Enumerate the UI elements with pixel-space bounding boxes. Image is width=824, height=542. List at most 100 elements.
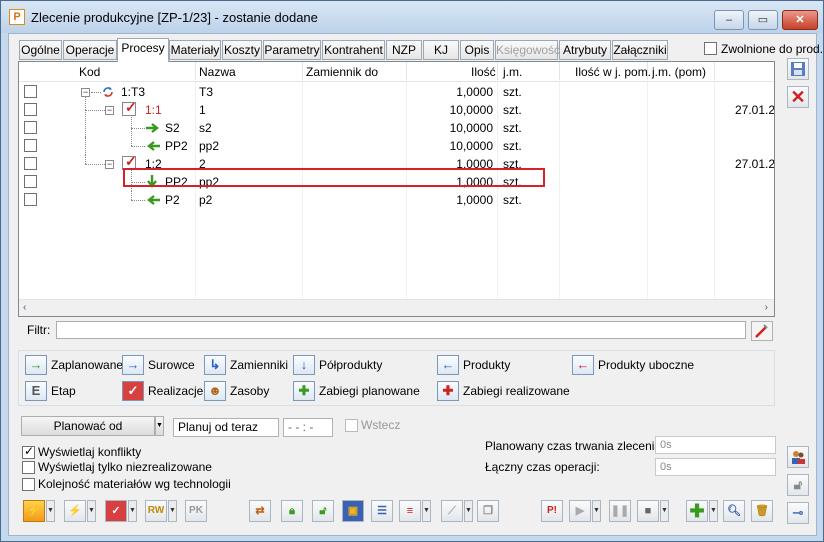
col-ilosc[interactable]: Ilość: [471, 65, 496, 79]
row-checkbox[interactable]: [24, 139, 37, 152]
lightning-dropdown[interactable]: ▼: [46, 500, 55, 522]
plan-from-button[interactable]: Planować od: [21, 416, 155, 436]
horizontal-scrollbar[interactable]: ‹ ›: [19, 299, 774, 316]
tab-ogolne[interactable]: Ogólne: [19, 40, 62, 60]
puzzle-red-icon: ✚: [437, 381, 459, 401]
scroll-right-icon[interactable]: ›: [765, 302, 768, 313]
tab-materialy[interactable]: Materiały: [169, 40, 221, 60]
cycle-icon: [103, 87, 113, 97]
col-jm[interactable]: j.m.: [503, 65, 522, 79]
row-checkbox[interactable]: [24, 103, 37, 116]
gantt-button[interactable]: ≡: [399, 500, 421, 522]
pk-button[interactable]: PK: [185, 500, 207, 522]
legend-label: Zasoby: [230, 384, 270, 398]
col-zamiennik[interactable]: Zamiennik do: [306, 65, 378, 79]
col-separator: [406, 62, 407, 80]
document-button[interactable]: ▣: [342, 500, 364, 522]
add-button[interactable]: ✚: [686, 500, 708, 522]
add-dropdown[interactable]: ▼: [709, 500, 718, 522]
realization-dropdown[interactable]: ▼: [128, 500, 137, 522]
pause-button[interactable]: ❚❚: [609, 500, 631, 522]
plan-from-dropdown[interactable]: ▼: [155, 416, 164, 436]
col-kod[interactable]: Kod: [79, 65, 100, 79]
pin-button[interactable]: ⊸: [787, 502, 809, 524]
users-button[interactable]: [787, 446, 809, 468]
green-lightning-button[interactable]: ⚡: [64, 500, 86, 522]
show-conflicts-checkbox[interactable]: [22, 444, 35, 459]
released-checkbox[interactable]: [704, 42, 717, 55]
tab-opis[interactable]: Opis: [460, 40, 494, 60]
col-ilosc-pom[interactable]: Ilość w j. pom.: [575, 65, 651, 79]
lightning-button[interactable]: ⚡: [23, 500, 45, 522]
collapse-icon[interactable]: −: [105, 160, 114, 169]
priority-button[interactable]: P!: [541, 500, 563, 522]
row-checkbox[interactable]: [24, 175, 37, 188]
maximize-button[interactable]: ▭: [748, 10, 778, 30]
lock-button[interactable]: 🔒︎: [281, 500, 303, 522]
save-button[interactable]: [787, 58, 809, 80]
collapse-icon[interactable]: −: [81, 88, 90, 97]
play-button[interactable]: ▶: [569, 500, 591, 522]
material-order-checkbox[interactable]: [22, 478, 35, 491]
tab-atrybuty[interactable]: Atrybuty: [559, 40, 611, 60]
show-unrealized-checkbox[interactable]: [22, 461, 35, 474]
cell-jm: szt.: [503, 139, 522, 153]
tab-koszty[interactable]: Koszty: [222, 40, 262, 60]
search-button[interactable]: 🔍︎: [723, 500, 745, 522]
gantt-dropdown[interactable]: ▼: [422, 500, 431, 522]
process-tree-grid[interactable]: Kod Nazwa Zamiennik do Ilość j.m. Ilość …: [18, 61, 775, 317]
rw-button[interactable]: RW: [145, 500, 167, 522]
copy-button[interactable]: ❐: [477, 500, 499, 522]
arrow-down-icon: ↓: [293, 355, 315, 375]
change-button[interactable]: ⇄: [249, 500, 271, 522]
chart-dropdown[interactable]: ▼: [464, 500, 473, 522]
minimize-button[interactable]: –: [714, 10, 744, 30]
tab-nzp[interactable]: NZP: [386, 40, 422, 60]
chart-button[interactable]: ⟋: [441, 500, 463, 522]
row-checkbox[interactable]: [24, 157, 37, 170]
table-row[interactable]: S2 s2 10,0000 szt.: [19, 109, 774, 137]
collapse-icon[interactable]: −: [105, 106, 114, 115]
green-lightning-dropdown[interactable]: ▼: [87, 500, 96, 522]
scroll-left-icon[interactable]: ‹: [23, 302, 26, 313]
unlock-button[interactable]: 🔓︎: [787, 474, 809, 496]
tab-zalaczniki[interactable]: Załączniki: [612, 40, 668, 60]
row-checkbox[interactable]: [24, 193, 37, 206]
arrow-left-icon: ←: [437, 355, 459, 375]
delete-button[interactable]: 🗑︎: [751, 500, 773, 522]
close-button[interactable]: ✕: [782, 10, 818, 30]
col-jm-pom[interactable]: j.m. (pom): [652, 65, 706, 79]
legend-panel: → Zaplanowane → Surowce ↳ Zamienniki ↓ P…: [18, 350, 775, 406]
cell-ilosc: 10,0000: [449, 103, 493, 117]
tab-procesy[interactable]: Procesy: [117, 38, 169, 62]
time-input[interactable]: - - : -: [283, 418, 333, 437]
table-row[interactable]: P2 p2 1,0000 szt.: [19, 191, 774, 209]
tab-parametry[interactable]: Parametry: [263, 40, 321, 60]
col-nazwa[interactable]: Nazwa: [199, 65, 236, 79]
tab-kj[interactable]: KJ: [423, 40, 459, 60]
cancel-button[interactable]: ✕: [787, 86, 809, 108]
plan-mode-combo[interactable]: Planuj od teraz: [173, 418, 279, 437]
tree-line: [131, 128, 145, 129]
client-area: Ogólne Operacje Procesy Materiały Koszty…: [8, 33, 823, 536]
filter-clear-button[interactable]: [751, 321, 773, 341]
tab-operacje[interactable]: Operacje: [63, 40, 117, 60]
rw-dropdown[interactable]: ▼: [168, 500, 177, 522]
unlock-green-button[interactable]: 🔓︎: [312, 500, 334, 522]
play-dropdown[interactable]: ▼: [592, 500, 601, 522]
arrow-left-icon: [147, 141, 160, 151]
realization-icon: ✓: [122, 381, 144, 401]
filter-input[interactable]: [56, 321, 746, 339]
report-button[interactable]: ☰: [371, 500, 393, 522]
cell-jm: szt.: [503, 121, 522, 135]
cell-kod: 1:T3: [121, 85, 146, 99]
cell-jm: szt.: [503, 193, 522, 207]
row-checkbox[interactable]: [24, 85, 37, 98]
stop-dropdown[interactable]: ▼: [660, 500, 669, 522]
tree-line: [131, 191, 132, 200]
stop-button[interactable]: ■: [637, 500, 659, 522]
table-row[interactable]: − ✓ 1:1 1 10,0000 szt. 27.01.20: [19, 97, 774, 119]
realization-button[interactable]: ✓: [105, 500, 127, 522]
row-checkbox[interactable]: [24, 121, 37, 134]
tab-kontrahent[interactable]: Kontrahent: [322, 40, 385, 60]
